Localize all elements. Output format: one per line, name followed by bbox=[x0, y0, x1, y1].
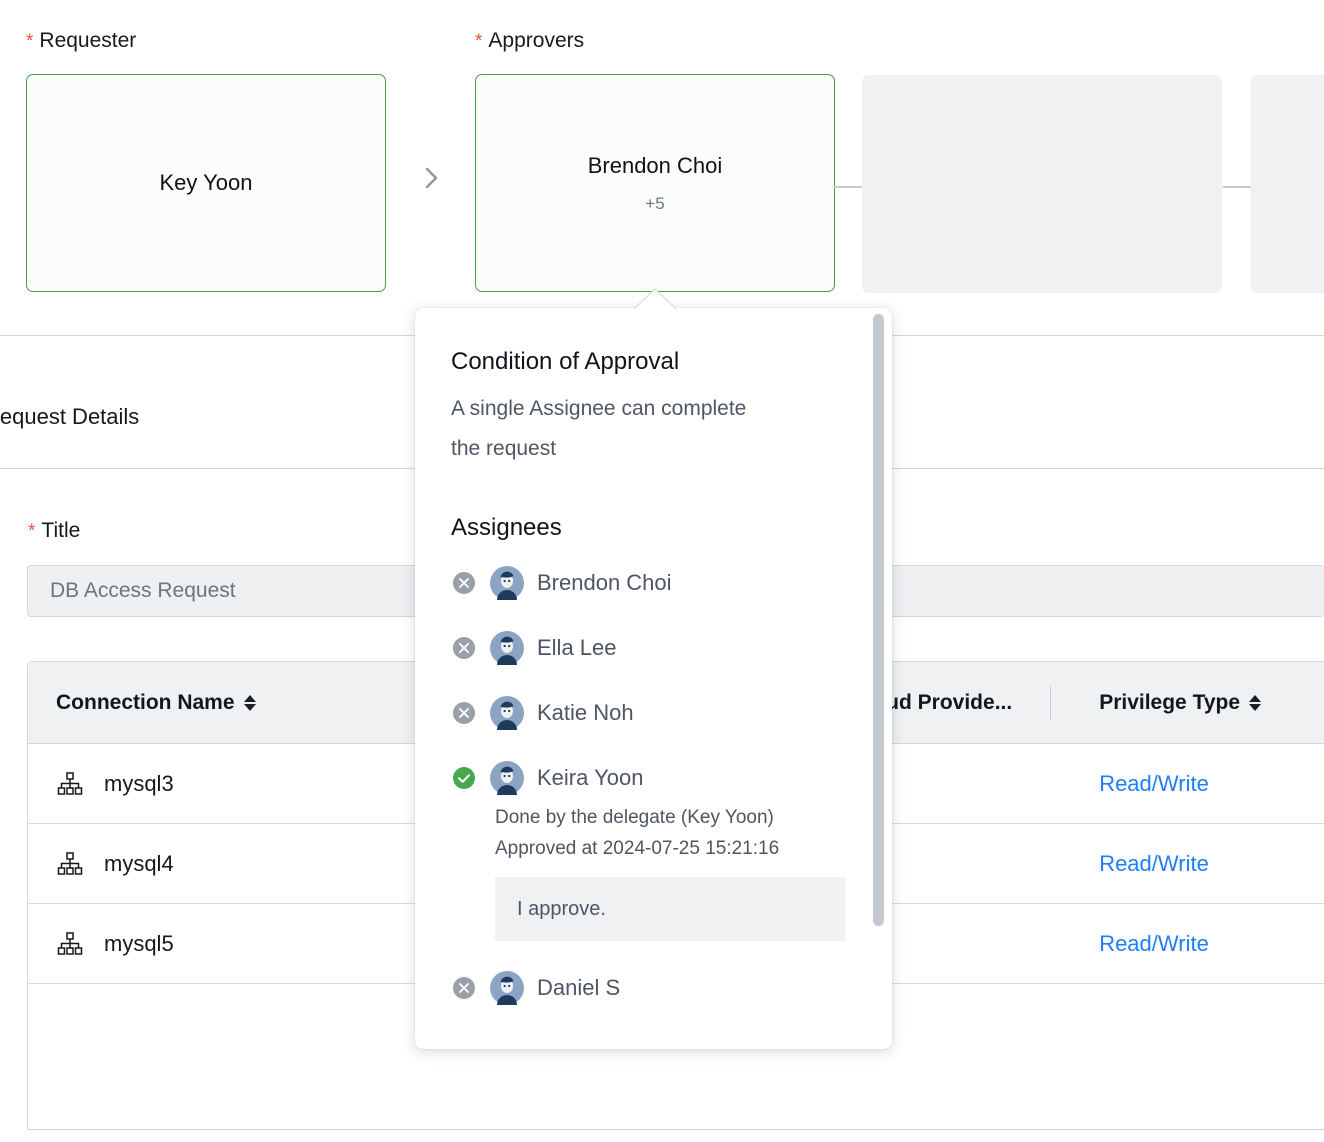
placeholder-card-1[interactable] bbox=[862, 75, 1222, 293]
column-separator bbox=[1050, 686, 1051, 720]
assignee-row[interactable]: Ella Lee bbox=[451, 630, 856, 666]
approver-name: Brendon Choi bbox=[588, 152, 723, 180]
approval-flow: *Requester Key Yoon *Approvers Brendon C… bbox=[0, 0, 1324, 335]
chevron-right-icon bbox=[418, 165, 444, 191]
assignee-comment: I approve. bbox=[495, 877, 845, 941]
requester-label: *Requester bbox=[26, 28, 386, 55]
popover-scrollbar-thumb[interactable] bbox=[873, 314, 884, 926]
assignee-delegate-note: Done by the delegate (Key Yoon) bbox=[495, 802, 856, 833]
assignee-name: Brendon Choi bbox=[537, 569, 672, 597]
title-field-label: *Title bbox=[28, 518, 80, 545]
approver-extra-count: +5 bbox=[645, 194, 664, 214]
assignee-row[interactable]: Brendon Choi bbox=[451, 565, 856, 601]
assignee-name: Keira Yoon bbox=[537, 764, 643, 792]
assignees-heading: Assignees bbox=[451, 513, 856, 543]
sitemap-icon bbox=[56, 850, 84, 878]
column-header-cloud-provider[interactable]: oud Provide... bbox=[873, 691, 1071, 715]
cell-privilege-type[interactable]: Read/Write bbox=[1071, 851, 1324, 877]
avatar-icon bbox=[490, 566, 524, 600]
required-asterisk: * bbox=[475, 31, 482, 52]
circle-x-icon bbox=[451, 570, 477, 596]
avatar-icon bbox=[490, 971, 524, 1005]
popover-content: Condition of Approval A single Assignee … bbox=[415, 308, 892, 1049]
placeholder-card-2-wrap bbox=[1251, 75, 1324, 293]
avatar-icon bbox=[490, 631, 524, 665]
sort-icon[interactable] bbox=[244, 695, 256, 711]
sitemap-icon bbox=[56, 930, 84, 958]
assignee-item: Daniel S bbox=[451, 970, 856, 1006]
circle-x-icon bbox=[451, 635, 477, 661]
request-details-heading: Request Details bbox=[0, 402, 139, 432]
column-header-label: Connection Name bbox=[56, 691, 235, 715]
assignee-row[interactable]: Daniel S bbox=[451, 970, 856, 1006]
app-root: *Requester Key Yoon *Approvers Brendon C… bbox=[0, 0, 1324, 1142]
column-header-label: oud Provide... bbox=[873, 691, 1012, 715]
sort-icon[interactable] bbox=[1249, 695, 1261, 711]
requester-card[interactable]: Key Yoon bbox=[26, 74, 386, 292]
assignee-row[interactable]: Keira Yoon bbox=[451, 760, 856, 796]
connection-name-text: mysql5 bbox=[104, 931, 174, 957]
cell-privilege-type[interactable]: Read/Write bbox=[1071, 931, 1324, 957]
requester-name: Key Yoon bbox=[160, 169, 253, 197]
required-asterisk: * bbox=[28, 521, 35, 542]
assignee-item: Ella Lee bbox=[451, 630, 856, 666]
approvers-card[interactable]: Brendon Choi +5 bbox=[475, 74, 835, 292]
column-header-privilege-type[interactable]: Privilege Type bbox=[1071, 691, 1324, 715]
avatar-icon bbox=[490, 761, 524, 795]
assignee-item: Brendon Choi bbox=[451, 565, 856, 601]
condition-heading: Condition of Approval bbox=[451, 346, 856, 378]
assignee-name: Ella Lee bbox=[537, 634, 617, 662]
popover-scrollbar[interactable] bbox=[873, 314, 884, 1043]
connection-name-text: mysql3 bbox=[104, 771, 174, 797]
circle-x-icon bbox=[451, 700, 477, 726]
condition-text: A single Assignee can complete the reque… bbox=[451, 389, 751, 469]
flow-connector-2 bbox=[1223, 186, 1251, 188]
assignee-name: Daniel S bbox=[537, 974, 620, 1002]
flow-connector-1 bbox=[834, 186, 862, 188]
column-header-label: Privilege Type bbox=[1099, 691, 1240, 715]
assignee-item: Katie Noh bbox=[451, 695, 856, 731]
assignee-name: Katie Noh bbox=[537, 699, 634, 727]
assignee-approved-timestamp: Approved at 2024-07-25 15:21:16 bbox=[495, 833, 856, 864]
popover-arrow bbox=[634, 288, 676, 310]
assignee-row[interactable]: Katie Noh bbox=[451, 695, 856, 731]
placeholder-card-1-wrap bbox=[862, 75, 1222, 293]
placeholder-card-2[interactable] bbox=[1251, 75, 1324, 293]
requester-column: *Requester Key Yoon bbox=[26, 28, 386, 292]
approvers-column: *Approvers Brendon Choi +5 bbox=[475, 28, 835, 292]
required-asterisk: * bbox=[26, 31, 33, 52]
approval-condition-popover: Condition of Approval A single Assignee … bbox=[415, 308, 892, 1049]
avatar-icon bbox=[490, 696, 524, 730]
sitemap-icon bbox=[56, 770, 84, 798]
circle-check-icon bbox=[451, 765, 477, 791]
circle-x-icon bbox=[451, 975, 477, 1001]
connection-name-text: mysql4 bbox=[104, 851, 174, 877]
assignee-item: Keira Yoon Done by the delegate (Key Yoo… bbox=[451, 760, 856, 941]
cell-privilege-type[interactable]: Read/Write bbox=[1071, 771, 1324, 797]
approvers-label: *Approvers bbox=[475, 28, 835, 55]
